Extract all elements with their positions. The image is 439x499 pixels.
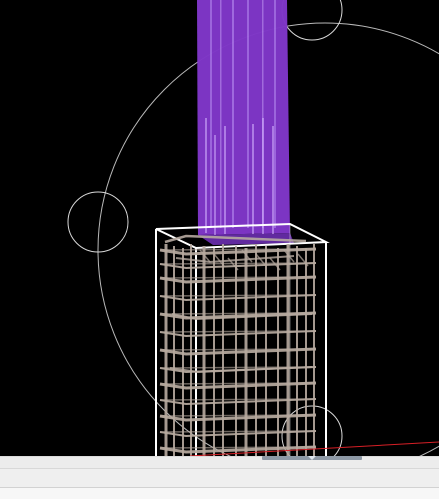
top-guide-circle bbox=[281, 0, 343, 41]
scene-svg bbox=[67, 0, 439, 456]
bottom-strip-3 bbox=[0, 488, 439, 499]
app-window bbox=[0, 0, 439, 499]
3d-viewport[interactable] bbox=[0, 0, 439, 456]
scene bbox=[67, 0, 439, 456]
bottom-strip-1 bbox=[0, 457, 439, 469]
bottom-panel bbox=[0, 456, 439, 499]
bottom-strip-2 bbox=[0, 469, 439, 488]
scrollbar-notch-icon bbox=[308, 456, 316, 460]
rebar-cage bbox=[159, 234, 317, 456]
